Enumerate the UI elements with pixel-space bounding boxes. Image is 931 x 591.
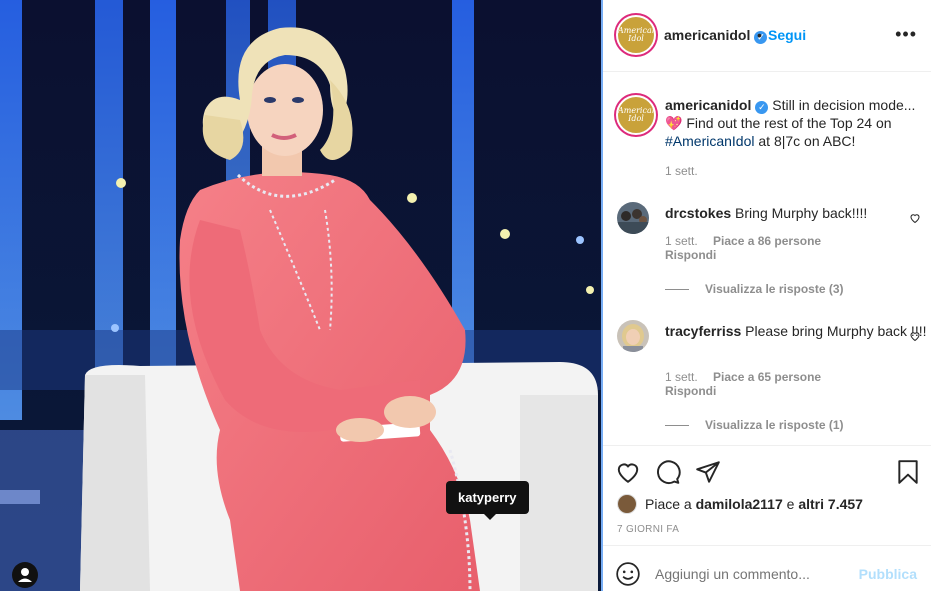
avatar-logo: American Idol (618, 26, 656, 43)
follow-button[interactable]: Segui (768, 27, 806, 43)
post-author[interactable]: americanidol ✓ (664, 27, 768, 44)
replies-divider (665, 288, 689, 290)
avatar[interactable]: American Idol (616, 15, 656, 55)
caption-username[interactable]: americanidol (665, 97, 751, 113)
view-replies-label[interactable]: Visualizza le risposte (1) (705, 418, 844, 432)
instagram-post-view: katyperry American Idol americanidol ✓ • … (0, 0, 931, 591)
comment-meta: 1 sett. Piace a 65 persone (665, 370, 821, 384)
comment-avatar[interactable] (617, 320, 649, 352)
share-icon[interactable] (695, 459, 721, 485)
comment-text: tracyferriss Please bring Murphy back !!… (665, 322, 927, 340)
caption-line3: at 8|7c on ABC! (758, 133, 856, 149)
view-replies-label[interactable]: Visualizza le risposte (3) (705, 282, 844, 296)
heart-icon[interactable] (909, 330, 921, 342)
replies-divider (665, 424, 689, 426)
comment-time[interactable]: 1 sett. (665, 370, 698, 384)
comment-meta: 1 sett. Piace a 86 persone (665, 234, 821, 248)
caption-time[interactable]: 1 sett. (665, 164, 698, 178)
separator-dot: • (757, 27, 762, 43)
comment-likes[interactable]: Piace a 86 persone (713, 234, 821, 248)
comment-form: Pubblica (603, 545, 931, 591)
caption-line2: Find out the rest of the Top 24 on (686, 115, 892, 131)
caption-line1: Still in decision mode... (772, 97, 916, 113)
comment-body: Please bring Murphy back !!!! (745, 323, 927, 339)
comment-input[interactable] (655, 566, 845, 582)
comment-username[interactable]: drcstokes (665, 205, 731, 221)
view-replies-button[interactable]: Visualizza le risposte (1) (665, 418, 844, 432)
sparkling-heart-emoji: 💖 (665, 115, 683, 131)
likes-summary[interactable]: Piace a damilola2117 e altri 7.457 (617, 494, 863, 514)
caption-avatar-logo: American Idol (618, 106, 656, 123)
post-date[interactable]: 7 GIORNI FA (617, 524, 679, 535)
post-author-username[interactable]: americanidol (664, 27, 750, 43)
comment-body: Bring Murphy back!!!! (735, 205, 868, 221)
photo-user-tag[interactable]: katyperry (446, 481, 529, 520)
view-replies-button[interactable]: Visualizza le risposte (3) (665, 282, 844, 296)
reply-button[interactable]: Rispondi (665, 384, 716, 398)
comment-likes[interactable]: Piace a 65 persone (713, 370, 821, 384)
post-header: American Idol americanidol ✓ • Segui ••• (603, 0, 931, 72)
comment-time[interactable]: 1 sett. (665, 234, 698, 248)
likes-prefix: Piace a (645, 496, 692, 512)
comment-username[interactable]: tracyferriss (665, 323, 741, 339)
caption-avatar[interactable]: American Idol (616, 95, 656, 135)
caption-text: americanidol ✓ Still in decision mode... … (665, 96, 927, 150)
reply-button[interactable]: Rispondi (665, 248, 716, 262)
comment-avatar[interactable] (617, 202, 649, 234)
likes-others[interactable]: altri 7.457 (798, 496, 863, 512)
liker-username[interactable]: damilola2117 (696, 496, 783, 512)
publish-button[interactable]: Pubblica (859, 566, 917, 582)
liker-avatar (617, 494, 637, 514)
post-actions: Piace a damilola2117 e altri 7.457 7 GIO… (603, 445, 931, 545)
smile-icon[interactable] (615, 561, 641, 587)
post-details-panel: American Idol americanidol ✓ • Segui ••• … (603, 0, 931, 591)
verified-icon: ✓ (755, 101, 769, 114)
tag-user-icon[interactable] (12, 562, 38, 588)
comment-icon[interactable] (655, 459, 681, 485)
more-icon[interactable]: ••• (895, 24, 917, 45)
heart-icon[interactable] (909, 212, 921, 224)
heart-icon[interactable] (615, 459, 641, 485)
comment-text: drcstokes Bring Murphy back!!!! (665, 204, 927, 222)
likes-connector: e (786, 496, 795, 512)
post-photo[interactable]: katyperry (0, 0, 601, 591)
bookmark-icon[interactable] (895, 459, 921, 485)
hashtag-link[interactable]: #AmericanIdol (665, 133, 755, 149)
